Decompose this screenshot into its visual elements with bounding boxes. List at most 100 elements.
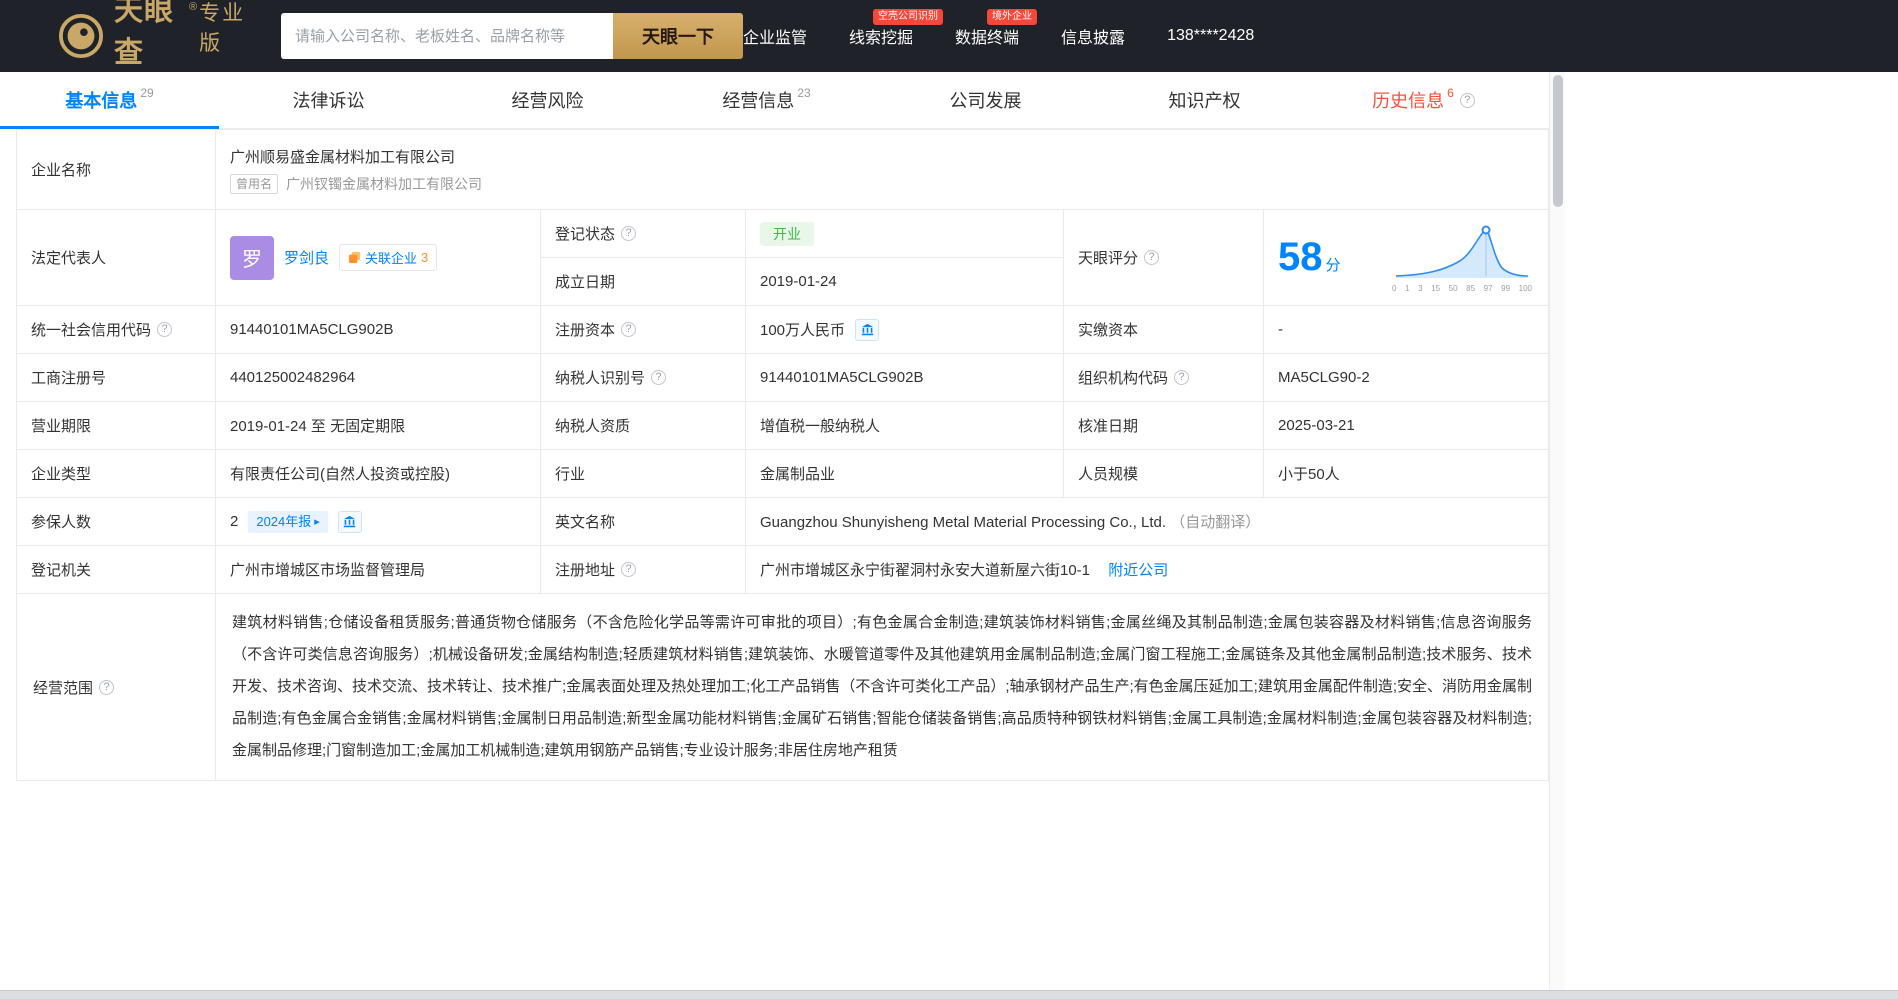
score-axis: 0 1 3 15 50 85 97 99 100 [1392,283,1532,293]
tab-history-info-label: 历史信息 [1372,91,1445,111]
table-row: 统一社会信用代码 ? 91440101MA5CLG902B 注册资本 ? 100… [16,305,1549,354]
reg-capital-cell: 100万人民币 [745,305,1064,354]
table-row: 企业名称 广州顺易盛金属材料加工有限公司 曾用名 广州钗镯金属材料加工有限公司 [16,129,1549,210]
company-name-cell: 广州顺易盛金属材料加工有限公司 曾用名 广州钗镯金属材料加工有限公司 [215,129,1549,210]
tab-company-development-label: 公司发展 [949,91,1022,111]
reg-authority-cell: 广州市增城区市场监督管理局 [215,545,541,594]
annual-report-label: 2024年报 [256,513,312,529]
tab-intellectual-property[interactable]: 知识产权 [1095,72,1314,128]
credit-code-cell: 91440101MA5CLG902B [215,305,541,354]
help-icon[interactable]: ? [1174,370,1190,385]
english-name: Guangzhou Shunyisheng Metal Material Pro… [760,514,1167,531]
reg-address: 广州市增城区永宁街翟洞村永安大道新屋六街10-1 [760,562,1091,579]
taxpayer-quality-label: 纳税人资质 [540,401,746,450]
table-row: 工商注册号 440125002482964 纳税人识别号 ? 91440101M… [16,353,1549,402]
tab-business-info-label: 经营信息 [722,91,795,111]
english-name-label: 英文名称 [540,497,746,546]
nearby-companies-link[interactable]: 附近公司 [1108,562,1168,579]
annual-report-badge[interactable]: 2024年报 ▸ [248,510,328,533]
tab-history-info-count: 6 [1447,86,1454,100]
business-scope-cell: 建筑材料销售;仓储设备租赁服务;普通货物仓储服务（不含危险化学品等需许可审批的项… [215,593,1549,781]
help-icon[interactable]: ? [99,679,115,695]
tianyan-score[interactable]: 58 分 [1278,235,1341,280]
vertical-scrollbar[interactable] [1549,72,1565,991]
user-phone[interactable]: 138****2428 [1167,27,1254,45]
insured-count: 2 [230,513,239,530]
tab-legal-litigation[interactable]: 法律诉讼 [219,72,438,128]
insured-label: 参保人数 [16,497,216,546]
tab-company-development[interactable]: 公司发展 [876,72,1095,128]
tab-intellectual-property-label: 知识产权 [1168,91,1241,111]
business-scope-text: 建筑材料销售;仓储设备租赁服务;普通货物仓储服务（不含危险化学品等需许可审批的项… [232,614,1533,759]
score-cell: 58 分 0 1 3 15 50 85 97 99 100 [1263,209,1549,306]
search-button[interactable]: 天眼一下 [613,13,743,59]
vertical-scrollbar-thumb[interactable] [1553,75,1563,207]
tianyancha-eye-icon [58,13,104,59]
staff-size-cell: 小于50人 [1263,449,1549,498]
capital-structure-icon[interactable] [855,318,880,341]
business-scope-label: 经营范围 ? [16,593,216,781]
former-name-tag: 曾用名 [230,173,279,194]
arrow-right-icon: ▸ [314,515,320,528]
help-icon[interactable]: ? [157,322,173,337]
horizontal-scrollbar[interactable] [0,990,1898,999]
help-icon[interactable]: ? [1459,92,1475,108]
help-icon[interactable]: ? [1144,250,1160,265]
nav-data-terminal-label: 数据终端 [955,30,1020,47]
registered-mark: ® [188,1,198,13]
tab-bar: 基本信息 29 法律诉讼 经营风险 经营信息 23 公司发展 知识产权 历史信息… [0,72,1549,129]
related-company-icon [348,251,361,264]
reg-authority-label: 登记机关 [16,545,216,594]
tab-basic-info[interactable]: 基本信息 29 [0,72,219,129]
search-input[interactable] [281,13,613,59]
company-name: 广州顺易盛金属材料加工有限公司 [230,148,456,166]
nav-info-disclosure[interactable]: 信息披露 [1061,24,1125,48]
table-row: 营业期限 2019-01-24 至 无固定期限 纳税人资质 增值税一般纳税人 核… [16,401,1549,450]
taxpayer-id-cell: 91440101MA5CLG902B [745,353,1064,402]
tab-business-info[interactable]: 经营信息 23 [657,72,876,128]
nav-clue-mining[interactable]: 线索挖掘 空壳公司识别 [849,9,944,48]
legal-rep-link[interactable]: 罗剑良 [284,247,329,268]
org-code-label: 组织机构代码 ? [1063,353,1264,402]
reg-number-label: 工商注册号 [16,353,216,402]
nav-clue-mining-label: 线索挖掘 [849,30,914,47]
related-companies-badge[interactable]: 关联企业 3 [339,244,438,271]
tab-basic-info-count: 29 [140,86,154,100]
help-icon[interactable]: ? [621,562,637,577]
est-date-label: 成立日期 [540,257,746,306]
company-type-cell: 有限责任公司(自然人投资或控股) [215,449,541,498]
nav-enterprise-supervision[interactable]: 企业监管 [743,24,807,48]
table-row: 登记机关 广州市增城区市场监督管理局 注册地址 ? 广州市增城区永宁街翟洞村永安… [16,545,1549,594]
edition-label: 专业版 [199,2,246,55]
org-code-cell: MA5CLG90-2 [1263,353,1549,402]
help-icon[interactable]: ? [621,226,637,241]
brand-name: 天眼查 [114,0,175,69]
tab-operating-risk[interactable]: 经营风险 [438,72,657,128]
tab-history-info[interactable]: 历史信息 6 ? [1314,72,1533,128]
status-badge: 开业 [760,221,814,246]
legal-rep-avatar[interactable]: 罗 [230,235,274,280]
legal-rep-label: 法定代表人 [16,209,216,306]
company-name-label: 企业名称 [16,129,216,210]
top-nav: 企业监管 线索挖掘 空壳公司识别 数据终端 境外企业 信息披露 138****2… [743,9,1626,48]
tab-operating-risk-label: 经营风险 [511,91,584,111]
staff-size-label: 人员规模 [1063,449,1264,498]
industry-cell: 金属制品业 [745,449,1064,498]
help-icon[interactable]: ? [621,322,637,337]
approval-date-cell: 2025-03-21 [1263,401,1549,450]
overseas-company-badge: 境外企业 [987,9,1038,25]
nav-data-terminal[interactable]: 数据终端 境外企业 [955,9,1038,48]
former-name: 广州钗镯金属材料加工有限公司 [286,175,483,192]
help-icon[interactable]: ? [651,370,667,385]
paid-capital-cell: - [1263,305,1549,354]
business-term-cell: 2019-01-24 至 无固定期限 [215,401,541,450]
reg-status-cell: 开业 [745,209,1064,258]
basic-info-table: 企业名称 广州顺易盛金属材料加工有限公司 曾用名 广州钗镯金属材料加工有限公司 … [16,129,1549,781]
reg-capital-label: 注册资本 ? [540,305,746,354]
industry-label: 行业 [540,449,746,498]
reg-address-label: 注册地址 ? [540,545,746,594]
business-term-label: 营业期限 [16,401,216,450]
insured-detail-icon[interactable] [337,510,362,533]
basic-info-card: 企业名称 广州顺易盛金属材料加工有限公司 曾用名 广州钗镯金属材料加工有限公司 … [16,129,1549,781]
score-label: 天眼评分 ? [1063,209,1264,306]
